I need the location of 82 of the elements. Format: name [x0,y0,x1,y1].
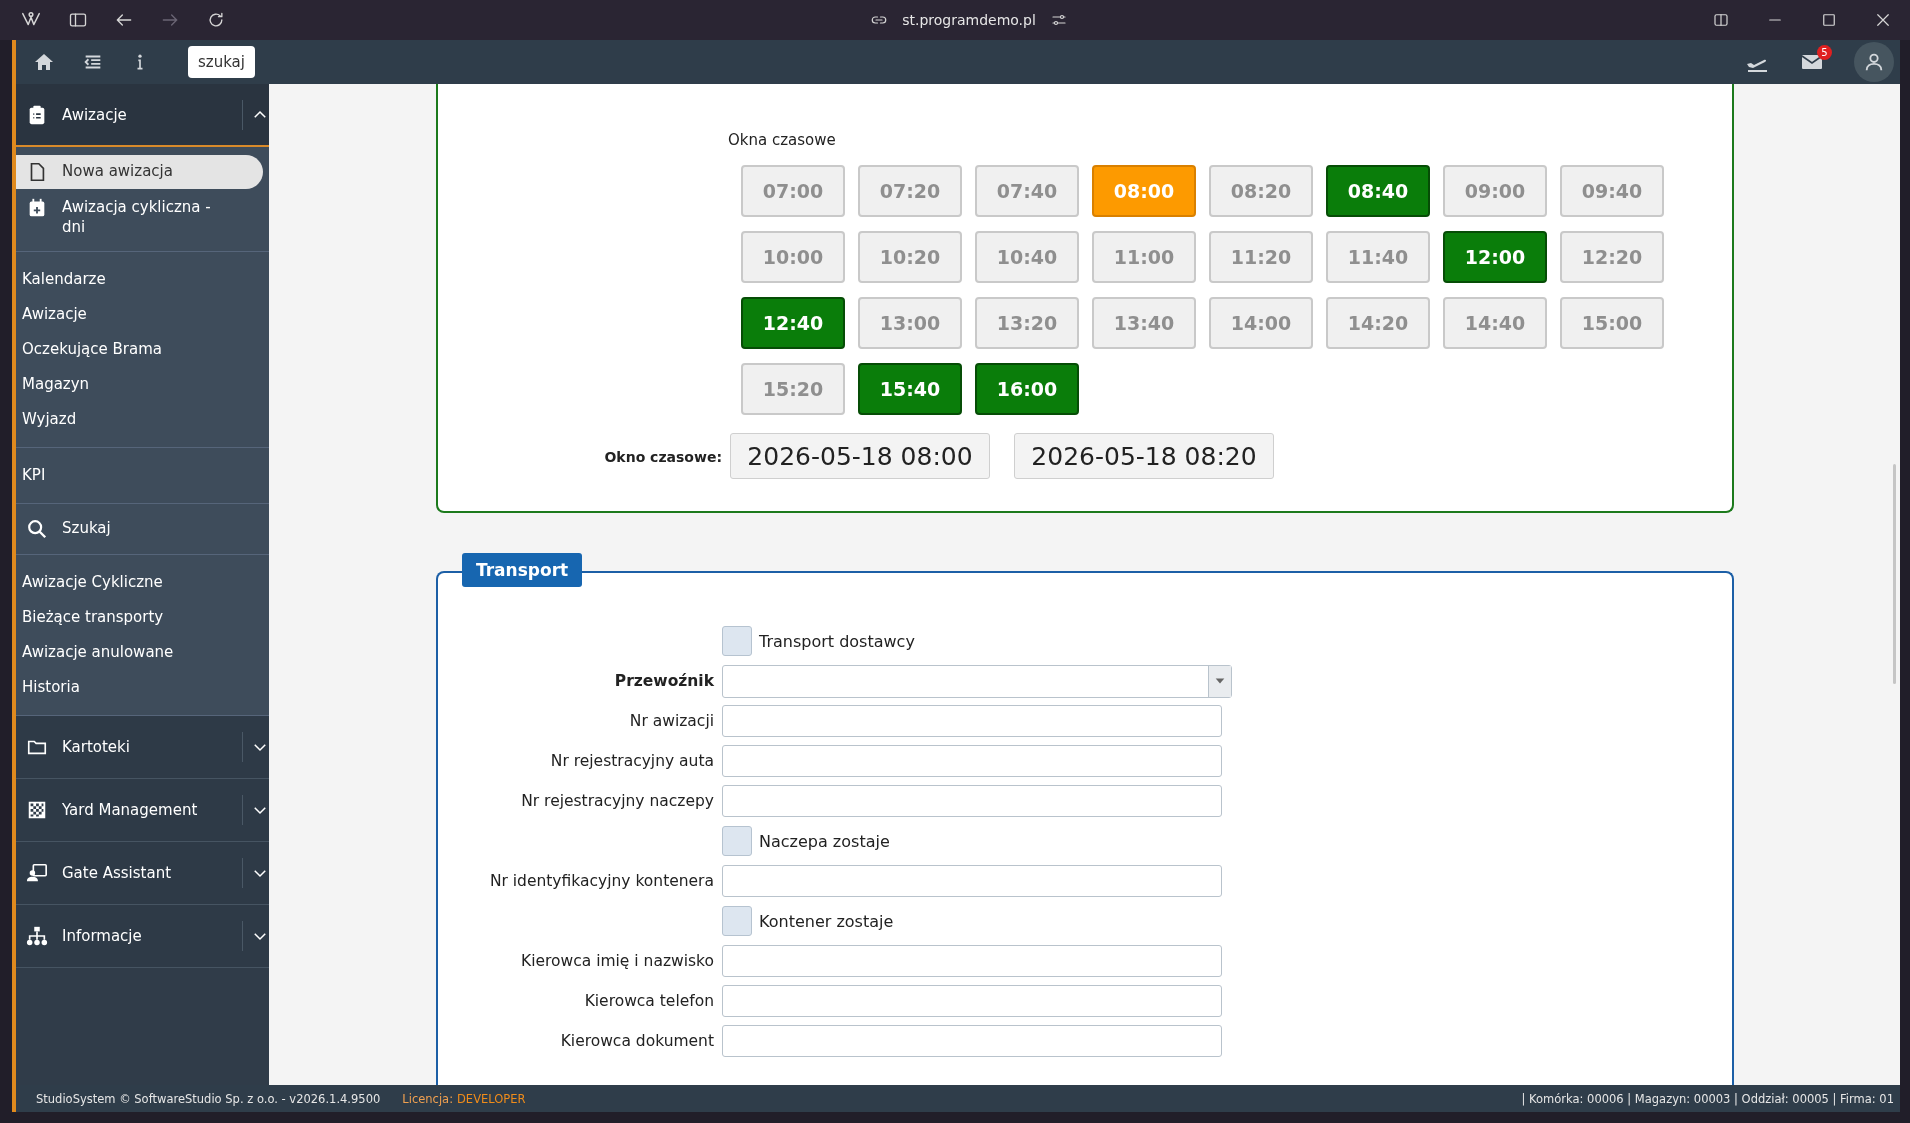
menu-link[interactable]: Kalendarze [16,262,269,297]
time-slot-button[interactable]: 15:00 [1560,297,1664,349]
checkbox[interactable] [722,906,752,936]
hierarchy-icon [26,925,48,947]
checkbox[interactable] [722,826,752,856]
time-slot-button[interactable]: 10:00 [741,231,845,283]
license-value: DEVELOPER [457,1091,526,1106]
time-slot-button[interactable]: 16:00 [975,363,1079,415]
time-slot-button[interactable]: 10:20 [858,231,962,283]
time-slot-button[interactable]: 13:00 [858,297,962,349]
time-slot-button[interactable]: 14:00 [1209,297,1313,349]
split-view-icon[interactable] [1712,11,1730,29]
time-slot-button[interactable]: 09:40 [1560,165,1664,217]
input-field[interactable] [722,785,1222,817]
field-label: Przewoźnik [613,672,715,690]
time-slot-button[interactable]: 15:40 [858,363,962,415]
input-field[interactable] [722,705,1222,737]
time-slot-button[interactable]: 11:00 [1092,231,1196,283]
field-label: Nr rejestracyjny naczepy [520,792,715,810]
checkerboard-icon [26,799,48,821]
input-field[interactable] [722,945,1222,977]
time-slot-button[interactable]: 11:20 [1209,231,1313,283]
time-slot-button[interactable]: 07:40 [975,165,1079,217]
menu-item[interactable]: Nowa awizacja [16,155,263,189]
menu-link[interactable]: Oczekujące Brama [16,332,269,367]
field-label: Nr awizacji [628,712,715,730]
time-slot-button[interactable]: 12:20 [1560,231,1664,283]
checkbox-label: Transport dostawcy [759,631,915,651]
checkbox-label: Naczepa zostaje [759,831,890,851]
license-label: Licencja: [402,1091,453,1106]
menu-link[interactable]: Awizacje Cykliczne [16,565,269,600]
user-icon [1863,51,1885,73]
menu-link[interactable]: Awizacje [16,297,269,332]
copyright-text: StudioSystem © SoftwareStudio Sp. z o.o. - v2026.1.4.9500 [36,1091,381,1106]
time-slot-button[interactable]: 08:20 [1209,165,1313,217]
field-label: Nr identyfikacyjny kontenera [488,872,715,890]
time-slot-button[interactable]: 14:40 [1443,297,1547,349]
user-screen-icon [26,862,48,884]
field-label: Nr rejestracyjny auta [549,752,715,770]
input-field[interactable] [722,865,1222,897]
time-slot-button[interactable]: 11:40 [1326,231,1430,283]
field-label: Okno czasowe: [603,448,722,465]
time-slot-button[interactable]: 10:40 [975,231,1079,283]
field-label: Kierowca telefon [583,992,715,1010]
time-slot-button[interactable]: 07:00 [741,165,845,217]
checkbox-label: Kontener zostaje [759,911,894,931]
menu-item[interactable]: Awizacja cykliczna - dni [16,191,263,243]
search-icon [26,518,48,540]
notification-badge: 5 [1817,45,1832,60]
input-field[interactable] [722,745,1222,777]
date-time-field[interactable]: 2026-05-18 08:20 [1014,433,1274,479]
field-label: Kierowca dokument [559,1032,715,1050]
time-slot-button[interactable]: 07:20 [858,165,962,217]
address-field[interactable]: st.programdemo.pl [902,12,1036,28]
close-icon[interactable] [1874,11,1892,29]
maximize-icon[interactable] [1820,11,1838,29]
time-slot-button[interactable]: 09:00 [1443,165,1547,217]
field-label: Kierowca imię i nazwisko [520,952,715,970]
input-field[interactable] [722,985,1222,1017]
search-button[interactable]: szukaj [188,46,255,78]
section-label: Okna czasowe [728,131,837,149]
date-time-field[interactable]: 2026-05-18 08:00 [730,433,990,479]
menu-link[interactable]: Magazyn [16,367,269,402]
time-slot-button[interactable]: 15:20 [741,363,845,415]
time-slot-button[interactable]: 13:20 [975,297,1079,349]
section-title: Transport [462,553,583,587]
dropdown-field[interactable] [722,664,1232,698]
menu-link[interactable]: Historia [16,670,269,705]
menu-link[interactable]: Bieżące transporty [16,600,269,635]
context-info: | Komórka: 00006 | Magazyn: 00003 | Oddział: 00005 | Firma: 01 [1521,1091,1894,1106]
menu-link[interactable]: Wyjazd [16,402,269,437]
user-avatar[interactable] [1854,42,1894,82]
input-field[interactable] [722,1025,1222,1057]
time-slot-button[interactable]: 14:20 [1326,297,1430,349]
time-slot-button[interactable]: 12:00 [1443,231,1547,283]
checkbox[interactable] [722,626,752,656]
time-slot-button[interactable]: 13:40 [1092,297,1196,349]
time-slot-button[interactable]: 08:40 [1326,165,1430,217]
menu-link[interactable]: Awizacje anulowane [16,635,269,670]
menu-header[interactable]: Awizacje [16,84,269,147]
time-slot-button[interactable]: 12:40 [741,297,845,349]
scrollbar[interactable] [1893,464,1896,684]
